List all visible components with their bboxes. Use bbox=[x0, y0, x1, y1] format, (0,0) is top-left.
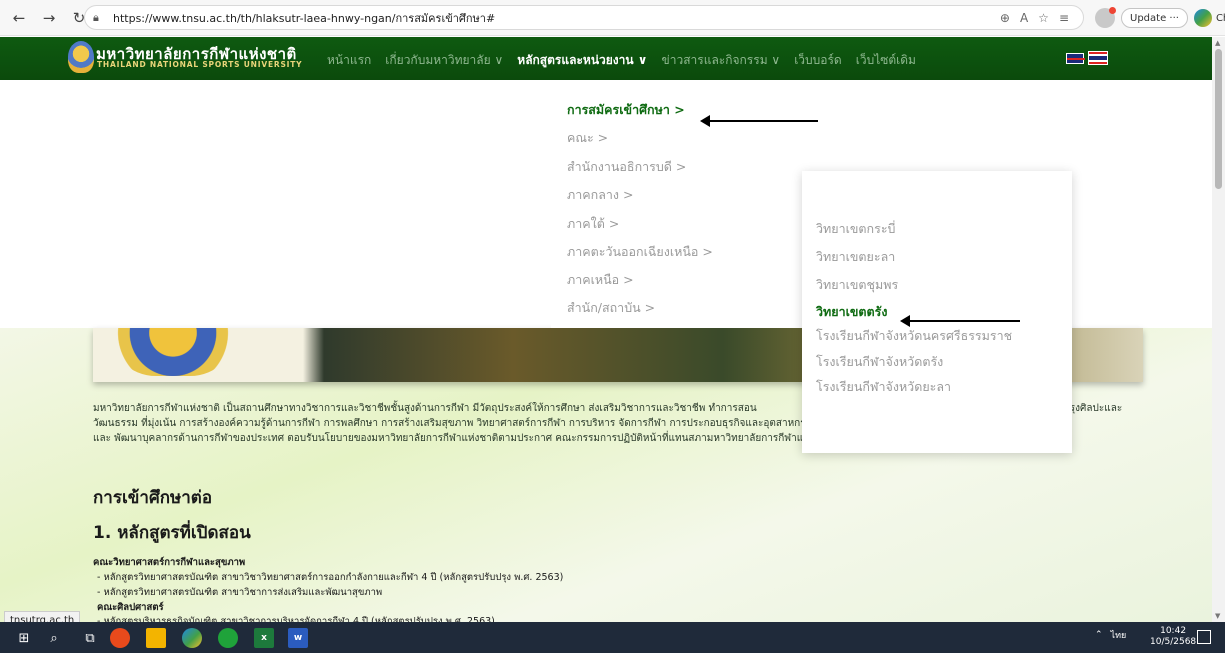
submenu-item-trang-school[interactable]: โรงเรียนกีฬาจังหวัดตรัง bbox=[816, 352, 943, 372]
logo-title-en[interactable]: THAILAND NATIONAL SPORTS UNIVERSITY bbox=[97, 60, 302, 69]
annotation-arrow-icon bbox=[700, 115, 818, 127]
windows-start-icon[interactable]: ⊞ bbox=[14, 628, 34, 648]
url-text[interactable]: https://www.tnsu.ac.th/th/hlaksutr-laea-… bbox=[113, 9, 495, 27]
programs-dropdown: การสมัครเข้าศึกษา > คณะ > สำนักงานอธิการ… bbox=[551, 80, 819, 328]
clock-date: 10/5/2568 bbox=[1150, 637, 1197, 647]
menu-old-site[interactable]: เว็บไซต์เดิม bbox=[856, 51, 916, 70]
faculty-liberal-arts: คณะศิลปศาสตร์ bbox=[97, 602, 164, 613]
zoom-icon[interactable]: ⊕ bbox=[1000, 11, 1010, 25]
menu-news[interactable]: ข่าวสารและกิจกรรม ∨ bbox=[662, 51, 781, 70]
favorite-icon[interactable]: ☆ bbox=[1038, 11, 1049, 25]
main-menu: หน้าแรก เกี่ยวกับมหาวิทยาลัย ∨ หลักสูตรแ… bbox=[327, 51, 930, 70]
south-region-submenu: วิทยาเขตกระบี่ วิทยาเขตยะลา วิทยาเขตชุมพ… bbox=[802, 171, 1072, 453]
dropdown-item-admission[interactable]: การสมัครเข้าศึกษา > bbox=[567, 100, 685, 120]
program-item: - หลักสูตรวิทยาศาสตรบัณฑิต สาขาวิชาการส่… bbox=[97, 587, 383, 598]
submenu-item-yala[interactable]: วิทยาเขตยะลา bbox=[816, 247, 895, 267]
update-label: Update bbox=[1130, 12, 1167, 24]
browser-toolbar: ← → ↻ 🔒︎ https://www.tnsu.ac.th/th/hlaks… bbox=[0, 0, 1225, 36]
menu-home[interactable]: หน้าแรก bbox=[327, 51, 371, 70]
forward-icon[interactable]: → bbox=[38, 7, 60, 29]
faculty-sports-science: คณะวิทยาศาสตร์การกีฬาและสุขภาพ bbox=[93, 557, 246, 568]
dropdown-item-president-office[interactable]: สำนักงานอธิการบดี > bbox=[567, 157, 686, 177]
site-header: มหาวิทยาลัยการกีฬาแห่งชาติ THAILAND NATI… bbox=[0, 37, 1212, 80]
page-scrollbar[interactable]: ▲ ▼ bbox=[1212, 37, 1225, 622]
programs-heading: 1. หลักสูตรที่เปิดสอน bbox=[93, 523, 251, 543]
windows-taskbar: ⊞ ⌕ ⧉ x w ⌃ ไทย 10:42 10/5/2568 bbox=[0, 622, 1225, 653]
file-explorer-icon[interactable] bbox=[146, 628, 166, 648]
program-item: - หลักสูตรวิทยาศาสตรบัณฑิต สาขาวิชาวิทยา… bbox=[97, 572, 564, 583]
annotation-arrow-icon bbox=[900, 315, 1020, 327]
system-tray: ⌃ ไทย bbox=[1095, 628, 1126, 642]
word-icon[interactable]: w bbox=[288, 628, 308, 648]
excel-icon[interactable]: x bbox=[254, 628, 274, 648]
address-actions: ⊕ A ☆ ≡ bbox=[1000, 11, 1069, 25]
menu-about[interactable]: เกี่ยวกับมหาวิทยาลัย ∨ bbox=[385, 51, 503, 70]
address-bar[interactable]: 🔒︎ https://www.tnsu.ac.th/th/hlaksutr-la… bbox=[84, 5, 1084, 30]
dropdown-item-central[interactable]: ภาคกลาง > bbox=[567, 185, 633, 205]
notification-icon[interactable] bbox=[1197, 630, 1211, 644]
english-flag-icon[interactable] bbox=[1066, 53, 1085, 64]
scroll-down-icon[interactable]: ▼ bbox=[1215, 612, 1220, 620]
edge-icon[interactable] bbox=[182, 628, 202, 648]
clock-time: 10:42 bbox=[1160, 626, 1187, 636]
browser-actions: Update ··· Chat bbox=[1095, 7, 1225, 28]
intro-line-1: มหาวิทยาลัยการกีฬาแห่งชาติ เป็นสถานศึกษา… bbox=[93, 403, 757, 414]
language-indicator[interactable]: ไทย bbox=[1111, 628, 1127, 642]
dropdown-item-south[interactable]: ภาคใต้ > bbox=[567, 214, 619, 234]
clock[interactable]: 10:42 10/5/2568 bbox=[1150, 626, 1196, 648]
favorites-list-icon[interactable]: ≡ bbox=[1059, 11, 1069, 25]
dropdown-item-northeast[interactable]: ภาคตะวันออกเฉียงเหนือ > bbox=[567, 242, 713, 262]
search-icon[interactable]: ⌕ bbox=[44, 628, 64, 648]
app-icon[interactable] bbox=[110, 628, 130, 648]
line-icon[interactable] bbox=[218, 628, 238, 648]
read-aloud-icon[interactable]: A bbox=[1020, 11, 1028, 25]
task-view-icon[interactable]: ⧉ bbox=[80, 628, 100, 648]
submenu-item-krabi[interactable]: วิทยาเขตกระบี่ bbox=[816, 219, 895, 239]
lock-icon: 🔒︎ bbox=[93, 10, 99, 24]
copilot-icon bbox=[1193, 9, 1212, 27]
scroll-up-icon[interactable]: ▲ bbox=[1215, 39, 1220, 47]
chat-button[interactable]: Chat bbox=[1193, 9, 1225, 27]
web-page: มหาวิทยาลัยการกีฬาแห่งชาติ THAILAND NATI… bbox=[0, 37, 1212, 622]
dropdown-item-institutes[interactable]: สำนัก/สถาบัน > bbox=[567, 298, 655, 318]
more-icon: ··· bbox=[1169, 12, 1179, 24]
profile-avatar[interactable] bbox=[1095, 7, 1116, 28]
chevron-up-icon[interactable]: ⌃ bbox=[1095, 630, 1103, 640]
submenu-item-nakhon-si-school[interactable]: โรงเรียนกีฬาจังหวัดนครศรีธรรมราช bbox=[816, 326, 1012, 346]
thai-flag-icon[interactable] bbox=[1088, 51, 1108, 65]
menu-programs[interactable]: หลักสูตรและหน่วยงาน ∨ bbox=[517, 51, 647, 70]
dropdown-item-faculty[interactable]: คณะ > bbox=[567, 128, 608, 148]
submenu-item-trang[interactable]: วิทยาเขตตรัง bbox=[816, 302, 887, 322]
university-logo-icon[interactable] bbox=[68, 41, 94, 73]
scroll-thumb[interactable] bbox=[1215, 49, 1222, 189]
back-icon[interactable]: ← bbox=[8, 7, 30, 29]
enrollment-heading: การเข้าศึกษาต่อ bbox=[93, 488, 213, 508]
update-button[interactable]: Update ··· bbox=[1121, 8, 1188, 28]
menu-webboard[interactable]: เว็บบอร์ด bbox=[794, 51, 842, 70]
submenu-item-chumphon[interactable]: วิทยาเขตชุมพร bbox=[816, 275, 898, 295]
submenu-item-yala-school[interactable]: โรงเรียนกีฬาจังหวัดยะลา bbox=[816, 377, 951, 397]
dropdown-item-north[interactable]: ภาคเหนือ > bbox=[567, 270, 634, 290]
program-item: - หลักสูตรบริหารธุรกิจบัณฑิต สาขาวิชาการ… bbox=[97, 616, 495, 622]
chat-label: Chat bbox=[1215, 12, 1225, 24]
